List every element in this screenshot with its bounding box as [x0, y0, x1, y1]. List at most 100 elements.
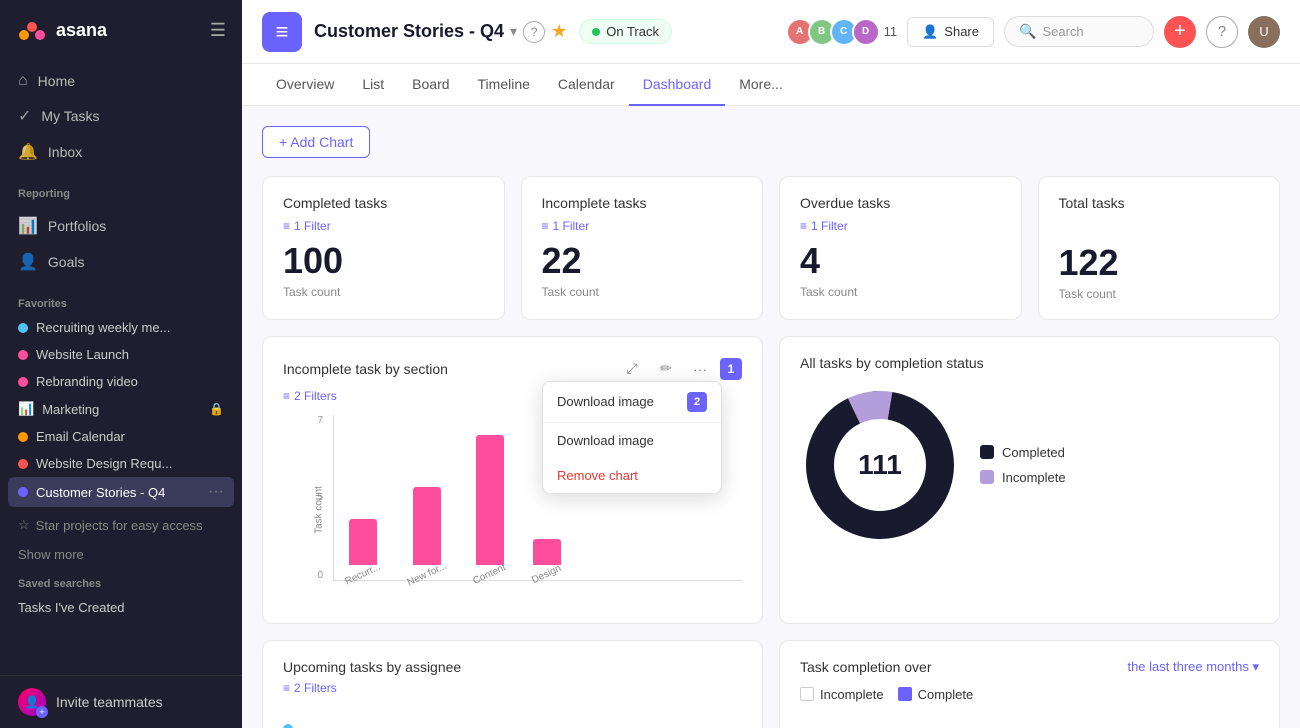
asana-logo[interactable]: asana	[16, 14, 107, 46]
fav-item-customer-stories[interactable]: Customer Stories - Q4 ···	[8, 477, 234, 507]
share-icon: 👤	[922, 24, 938, 40]
dropdown-header: Download image 2	[543, 382, 721, 423]
dropdown-title: Download image	[557, 394, 654, 409]
tab-dashboard[interactable]: Dashboard	[629, 64, 726, 106]
legend-complete: Complete	[898, 687, 974, 702]
stat-card-total: Total tasks 122 Task count	[1038, 176, 1281, 320]
invite-avatar: 👤 +	[18, 688, 46, 716]
chart-title: All tasks by completion status	[800, 355, 984, 371]
chart-header: All tasks by completion status	[800, 355, 1259, 371]
avatar-group: A B C D 11	[786, 18, 898, 46]
stat-card-overdue: Overdue tasks ≡ 1 Filter 4 Task count	[779, 176, 1022, 320]
more-options-icon[interactable]: ···	[686, 355, 714, 383]
fav-item-email-cal[interactable]: Email Calendar	[8, 423, 234, 450]
bar-chart-card: Incomplete task by section ⤢ ✏ ··· 1 ≡ 2…	[262, 336, 763, 624]
tab-list[interactable]: List	[348, 64, 398, 106]
asana-logo-text: asana	[56, 20, 107, 41]
star-icon: ☆	[18, 517, 30, 533]
fav-item-marketing[interactable]: 📊 Marketing 🔒	[8, 395, 234, 423]
saved-searches-label: Saved searches	[18, 578, 224, 590]
favorites-section-label: Favorites	[0, 284, 242, 314]
stat-value: 122	[1059, 243, 1260, 283]
dropdown-item-remove[interactable]: Remove chart	[543, 458, 721, 493]
sidebar-item-inbox[interactable]: 🔔 Inbox	[8, 134, 234, 170]
star-projects-hint: ☆ Star projects for easy access	[0, 507, 242, 543]
share-button[interactable]: 👤 Share	[907, 17, 994, 47]
stat-filter[interactable]: ≡ 1 Filter	[542, 219, 743, 233]
filter-icon: ≡	[283, 681, 290, 695]
help-button[interactable]: ?	[1206, 16, 1238, 48]
fav-dot	[18, 377, 28, 387]
fav-dot	[18, 323, 28, 333]
topbar: ≡ Customer Stories - Q4 ▾ ? ★ On Track A…	[242, 0, 1300, 64]
tab-board[interactable]: Board	[398, 64, 463, 106]
stat-title: Total tasks	[1059, 195, 1260, 211]
info-button[interactable]: ?	[523, 21, 545, 43]
filter-icon: ≡	[800, 219, 807, 233]
stat-filter[interactable]: ≡ 1 Filter	[283, 219, 484, 233]
fav-item-rebranding[interactable]: Rebranding video	[8, 368, 234, 395]
task-completion-card: Task completion over the last three mont…	[779, 640, 1280, 728]
chart-header: Upcoming tasks by assignee	[283, 659, 742, 675]
upcoming-assignee-card: Upcoming tasks by assignee ≡ 2 Filters	[262, 640, 763, 728]
period-selector[interactable]: the last three months ▾	[1127, 659, 1259, 675]
donut-legend: Completed Incomplete	[980, 445, 1066, 485]
filter-icon: ≡	[542, 219, 549, 233]
sidebar-toggle[interactable]: ☰	[210, 20, 226, 41]
donut-section: 111 Completed Incomplete	[800, 377, 1259, 545]
status-badge: On Track	[579, 19, 672, 44]
expand-icon[interactable]: ⤢	[618, 355, 646, 383]
title-controls: Customer Stories - Q4 ▾ ? ★	[314, 21, 567, 43]
stat-label: Task count	[542, 285, 743, 299]
hamburger-icon: ≡	[276, 19, 289, 45]
fav-item-website-launch[interactable]: Website Launch	[8, 341, 234, 368]
fav-item-recruiting[interactable]: Recruiting weekly me...	[8, 314, 234, 341]
reporting-section-label: Reporting	[0, 174, 242, 204]
legend-box-incomplete	[800, 687, 814, 701]
project-title: Customer Stories - Q4	[314, 21, 504, 42]
fav-item-website-design[interactable]: Website Design Requ...	[8, 450, 234, 477]
add-chart-button[interactable]: + Add Chart	[262, 126, 370, 158]
chart-filter[interactable]: ≡ 2 Filters	[283, 681, 742, 695]
add-button[interactable]: +	[1164, 16, 1196, 48]
legend-item-incomplete: Incomplete	[980, 470, 1066, 485]
fav-dot	[18, 459, 28, 469]
bar-newfor	[413, 487, 441, 565]
sidebar: asana ☰ ⌂ Home ✓ My Tasks 🔔 Inbox Report…	[0, 0, 242, 728]
star-icon[interactable]: ★	[551, 21, 567, 42]
show-more-button[interactable]: Show more	[0, 543, 242, 570]
tab-timeline[interactable]: Timeline	[464, 64, 544, 106]
bar-group-newfor: New for...	[406, 487, 448, 580]
fav-dot	[18, 432, 28, 442]
sidebar-item-portfolios[interactable]: 📊 Portfolios	[8, 208, 234, 244]
sidebar-item-goals[interactable]: 👤 Goals	[8, 244, 234, 280]
avatar-count: 11	[884, 24, 898, 39]
bar-recurr	[349, 519, 377, 565]
more-button[interactable]: ···	[208, 483, 224, 501]
tab-calendar[interactable]: Calendar	[544, 64, 629, 106]
invite-teammates-button[interactable]: 👤 + Invite teammates	[0, 675, 242, 728]
completion-legend: Incomplete Complete	[800, 681, 1259, 708]
chart-title: Upcoming tasks by assignee	[283, 659, 461, 675]
legend-box-complete	[898, 687, 912, 701]
chart-actions: ⤢ ✏ ··· 1	[618, 355, 742, 383]
tab-overview[interactable]: Overview	[262, 64, 348, 106]
stat-filter[interactable]: ≡ 1 Filter	[800, 219, 1001, 233]
sidebar-item-my-tasks[interactable]: ✓ My Tasks	[8, 98, 234, 134]
avatar: D	[852, 18, 880, 46]
chart-placeholder	[283, 707, 742, 728]
sidebar-item-home[interactable]: ⌂ Home	[8, 64, 234, 98]
stat-value: 4	[800, 241, 1001, 281]
edit-icon[interactable]: ✏	[652, 355, 680, 383]
project-icon-button[interactable]: ≡	[262, 12, 302, 52]
stat-label: Task count	[283, 285, 484, 299]
dropdown-menu: Download image 2 Download image Remove c…	[542, 381, 722, 494]
plus-badge: +	[36, 706, 48, 718]
dropdown-item-download[interactable]: Download image	[543, 423, 721, 458]
user-avatar[interactable]: U	[1248, 16, 1280, 48]
tab-more[interactable]: More...	[725, 64, 797, 106]
avatar-stack: A B C D	[786, 18, 880, 46]
saved-search-item-tasks-created[interactable]: Tasks I've Created	[0, 594, 242, 621]
search-box[interactable]: 🔍 Search	[1004, 16, 1154, 47]
chevron-down-icon[interactable]: ▾	[510, 23, 517, 40]
